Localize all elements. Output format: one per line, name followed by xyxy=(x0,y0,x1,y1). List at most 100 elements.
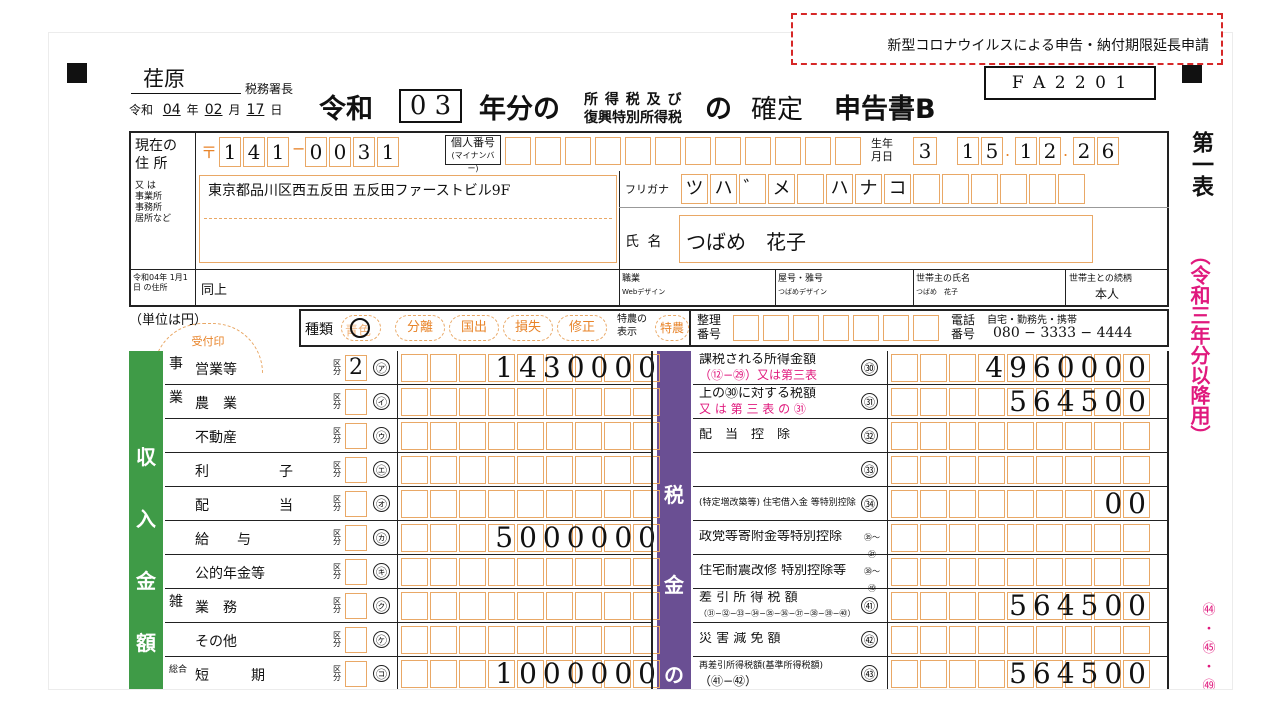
income-kubun-cell[interactable] xyxy=(345,525,367,551)
mynumber-cell[interactable] xyxy=(835,137,861,165)
mynumber-cell[interactable] xyxy=(625,137,651,165)
income-mark-divider xyxy=(397,351,398,689)
furigana-cell[interactable] xyxy=(913,174,940,204)
furigana-cell[interactable] xyxy=(1058,174,1085,204)
furigana-cell[interactable] xyxy=(1029,174,1056,204)
relation-label: 世帯主との続柄 xyxy=(1069,274,1132,284)
postal-digit: 1 xyxy=(381,140,395,164)
date-year-suffix: 年 xyxy=(186,103,199,117)
income-kubun-cell[interactable] xyxy=(345,423,367,449)
type-option[interactable]: 修正 xyxy=(557,315,607,341)
occ-divider-4 xyxy=(1065,269,1066,307)
income-kubun-cell[interactable] xyxy=(345,457,367,483)
mynumber-cell[interactable] xyxy=(685,137,711,165)
birth-cell[interactable]: 2 xyxy=(1073,137,1095,165)
birth-cell[interactable]: 1 xyxy=(957,137,979,165)
income-kubun-cell[interactable] xyxy=(345,661,367,687)
birth-cell[interactable]: 2 xyxy=(1039,137,1061,165)
birth-separator: . xyxy=(1063,141,1069,160)
postal-cell[interactable]: 0 xyxy=(329,137,351,167)
label-kyosho: 居所など xyxy=(135,214,172,224)
furigana-cell[interactable]: メ xyxy=(768,174,795,204)
furigana-cell[interactable]: ゛ xyxy=(739,174,766,204)
income-row-mark: ㋘ xyxy=(373,631,390,648)
birth-cell[interactable]: 5 xyxy=(981,137,1003,165)
postal-digit: 1 xyxy=(223,140,237,164)
type-option[interactable]: 国出 xyxy=(449,315,499,341)
furigana-cell[interactable]: ハ xyxy=(710,174,737,204)
furigana-char: ナ xyxy=(859,178,878,199)
mynumber-cell[interactable] xyxy=(775,137,801,165)
name-value-box[interactable]: つばめ 花子 xyxy=(679,215,1093,263)
birth-cell[interactable]: 6 xyxy=(1097,137,1119,165)
birth-era-cell[interactable]: 3 xyxy=(913,137,937,165)
label-mata: 又 は xyxy=(135,181,156,191)
submission-date: 令和 04 年 02 月 17 日 xyxy=(129,101,282,118)
income-row-mark: ㋙ xyxy=(373,665,390,682)
furigana-char: メ xyxy=(772,178,791,199)
mynumber-cell[interactable] xyxy=(535,137,561,165)
income-kubun-cell[interactable] xyxy=(345,389,367,415)
tax-side-label: 税金の xyxy=(657,351,691,689)
selected-mark xyxy=(350,318,370,338)
birth-digit: 2 xyxy=(1043,139,1057,163)
types-label: 種類 xyxy=(305,322,333,338)
income-amount: 1430000 xyxy=(495,351,662,384)
furigana-cell[interactable] xyxy=(942,174,969,204)
mynumber-cell[interactable] xyxy=(745,137,771,165)
tax-amount xyxy=(891,453,1152,487)
phone-value[interactable]: 080 − 3333 − 4444 xyxy=(993,325,1132,341)
types-selected-circle[interactable]: 青色 xyxy=(341,315,381,341)
seiri-cell xyxy=(913,315,939,341)
income-kubun-cell[interactable] xyxy=(345,593,367,619)
income-kubun-cell[interactable] xyxy=(345,627,367,653)
mynumber-cell[interactable] xyxy=(595,137,621,165)
furigana-char: ハ xyxy=(714,178,733,199)
birth-digit: 5 xyxy=(985,139,999,163)
postal-cell[interactable]: 1 xyxy=(267,137,289,167)
mynumber-cell[interactable] xyxy=(715,137,741,165)
title-nenbun: 年分の xyxy=(479,94,560,125)
mynumber-cell[interactable] xyxy=(565,137,591,165)
furigana-cell[interactable] xyxy=(797,174,824,204)
furigana-char: コ xyxy=(888,178,907,199)
mynumber-cell[interactable] xyxy=(805,137,831,165)
income-row-mark: ㋓ xyxy=(373,461,390,478)
income-kubun-cell[interactable] xyxy=(345,491,367,517)
birth-era: 3 xyxy=(918,139,932,163)
address-value-box[interactable]: 東京都品川区西五反田 五反田ファーストビル9F xyxy=(199,175,617,263)
tokuno-option[interactable]: 特農 xyxy=(655,315,689,341)
type-option[interactable]: 分離 xyxy=(395,315,445,341)
phone-options: 自宅・勤務先・携帯 xyxy=(987,315,1077,326)
title-era: 令和 xyxy=(319,94,373,125)
birth-cell[interactable]: 1 xyxy=(1015,137,1037,165)
mynumber-cell[interactable] xyxy=(505,137,531,165)
postal-cell[interactable]: 1 xyxy=(377,137,399,167)
householder-value: つばめ 花子 xyxy=(916,288,958,296)
income-kubun-cell[interactable]: 2 xyxy=(345,355,367,381)
furigana-cell[interactable]: ツ xyxy=(681,174,708,204)
furigana-cell[interactable]: コ xyxy=(884,174,911,204)
income-amount xyxy=(401,623,662,657)
title-tax-line2: 復興特別所得税 xyxy=(584,110,682,126)
name-label: 氏 名 xyxy=(625,234,664,250)
side-circ-5: ㊾ xyxy=(1202,679,1216,690)
postal-cell[interactable]: 4 xyxy=(243,137,265,167)
form-code: F A 2 2 0 1 xyxy=(984,66,1156,100)
side-char: の xyxy=(664,663,684,687)
furigana-cell[interactable] xyxy=(1000,174,1027,204)
type-option[interactable]: 損失 xyxy=(503,315,553,341)
furigana-cell[interactable]: ナ xyxy=(855,174,882,204)
mynumber-label: 個人番号 (マイナンバー) xyxy=(445,135,501,173)
furigana-cell[interactable]: ハ xyxy=(826,174,853,204)
postal-cell[interactable]: 1 xyxy=(219,137,241,167)
mynumber-cell[interactable] xyxy=(655,137,681,165)
type-option-label: 国出 xyxy=(460,320,487,335)
income-table-border xyxy=(651,351,653,689)
income-row-mark: ㋒ xyxy=(373,427,390,444)
income-kubun-cell[interactable] xyxy=(345,559,367,585)
postal-cell[interactable]: 0 xyxy=(305,137,327,167)
furigana-cell[interactable] xyxy=(971,174,998,204)
postal-cell[interactable]: 3 xyxy=(353,137,375,167)
corner-mark-left xyxy=(67,63,87,83)
